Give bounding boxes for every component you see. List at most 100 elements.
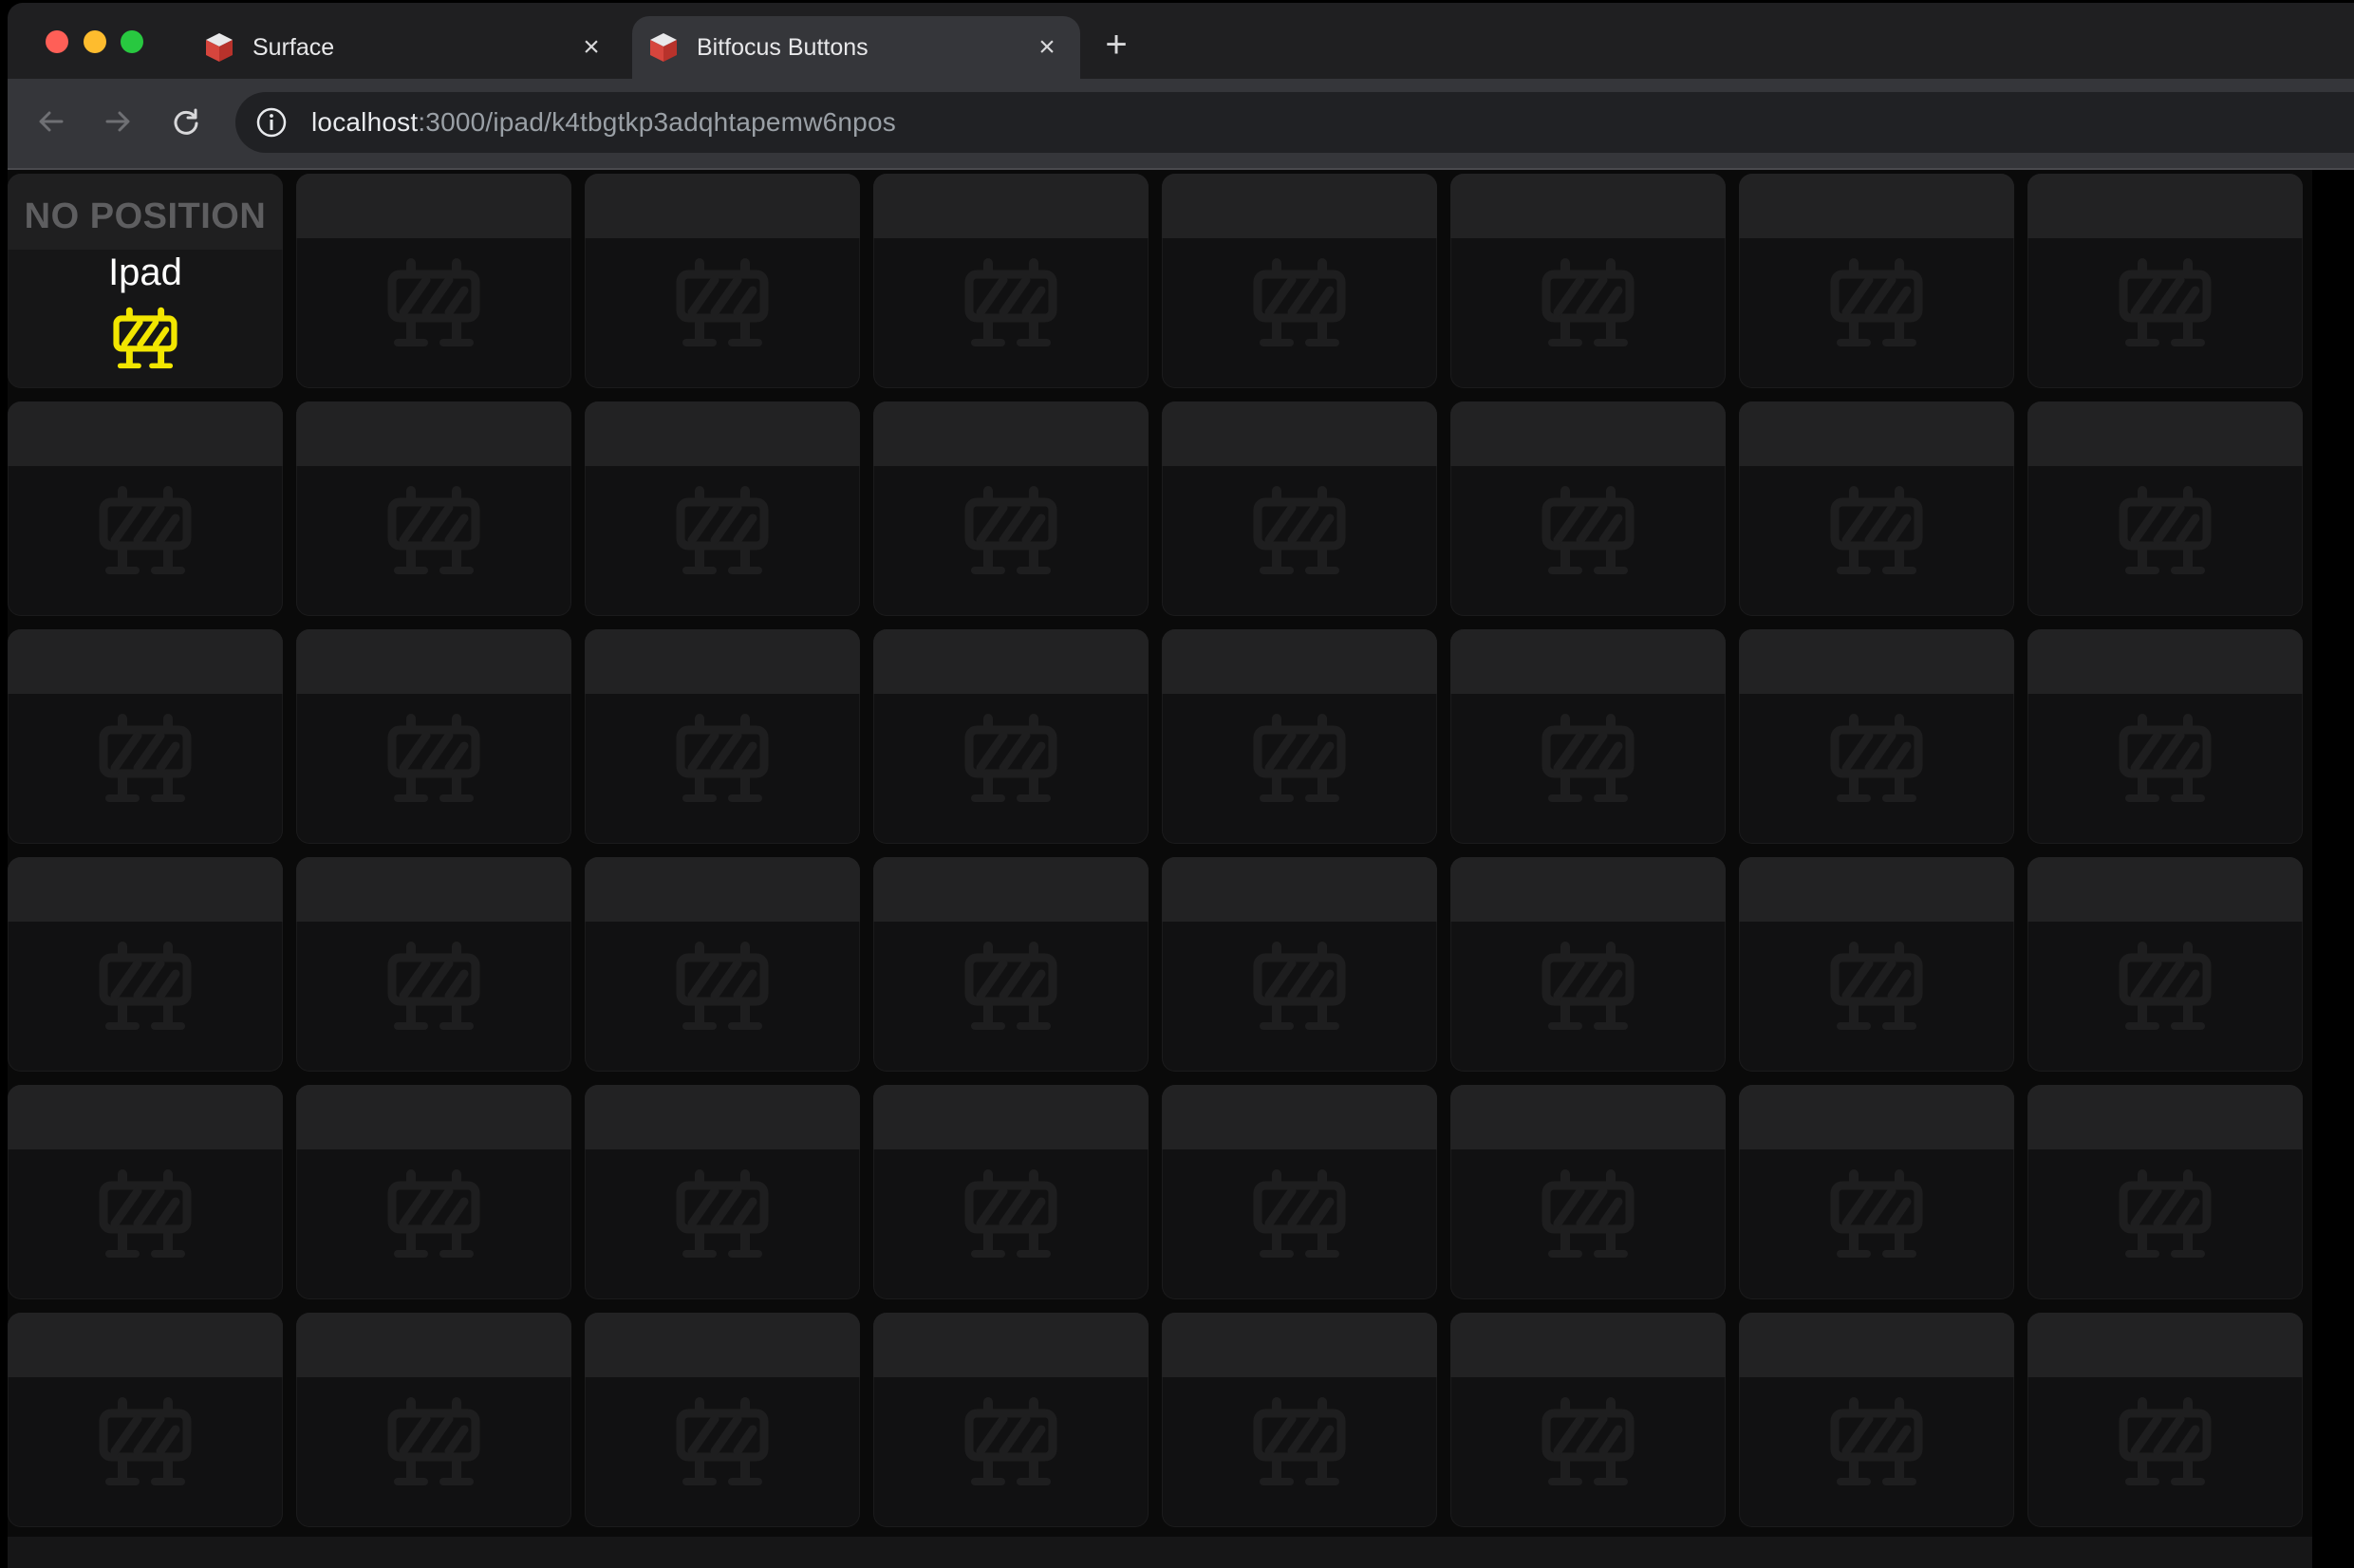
surface-key[interactable] [873, 629, 1149, 844]
barrier-icon [99, 1169, 192, 1258]
barrier-icon [99, 486, 192, 574]
browser-toolbar: localhost:3000/ipad/k4tbgtkp3adqhtapemw6… [8, 79, 2354, 170]
surface-key[interactable] [1739, 1313, 2014, 1527]
surface-key[interactable] [1450, 174, 1726, 388]
key-header [585, 1313, 860, 1377]
key-header [1450, 629, 1726, 694]
surface-key[interactable] [296, 629, 571, 844]
surface-key[interactable] [1162, 401, 1437, 616]
barrier-icon [676, 1169, 769, 1258]
surface-key[interactable] [873, 401, 1149, 616]
key-header [1162, 174, 1437, 238]
surface-key[interactable] [1739, 401, 2014, 616]
reload-button[interactable] [164, 100, 208, 143]
surface-key[interactable] [1739, 857, 2014, 1072]
forward-button[interactable] [96, 100, 140, 143]
surface-key[interactable] [585, 401, 860, 616]
surface-key-ipad[interactable]: NO POSITION Ipad [8, 174, 283, 388]
key-header [2027, 857, 2303, 922]
barrier-icon [676, 714, 769, 802]
back-button[interactable] [29, 100, 73, 143]
surface-key[interactable] [1162, 629, 1437, 844]
surface-key[interactable] [1739, 174, 2014, 388]
key-header [8, 1313, 283, 1377]
barrier-icon [387, 1397, 480, 1485]
tab-title: Surface [252, 33, 335, 61]
surface-key[interactable] [2027, 174, 2303, 388]
surface-key[interactable] [8, 401, 283, 616]
barrier-icon [1541, 714, 1635, 802]
surface-key[interactable] [873, 857, 1149, 1072]
surface-key[interactable] [8, 1313, 283, 1527]
site-info-icon[interactable] [254, 105, 289, 140]
surface-key[interactable] [8, 857, 283, 1072]
close-icon[interactable]: × [1033, 33, 1061, 62]
surface-key[interactable] [585, 857, 860, 1072]
surface-key[interactable] [585, 629, 860, 844]
maximize-window-button[interactable] [121, 30, 143, 53]
surface-key[interactable] [2027, 857, 2303, 1072]
key-header [1162, 629, 1437, 694]
address-bar[interactable]: localhost:3000/ipad/k4tbgtkp3adqhtapemw6… [235, 92, 2354, 153]
barrier-icon [2119, 942, 2212, 1030]
surface-key[interactable] [1162, 857, 1437, 1072]
barrier-icon [387, 942, 480, 1030]
surface-key[interactable] [1739, 629, 2014, 844]
surface-key[interactable] [1162, 1085, 1437, 1299]
surface-key[interactable] [296, 401, 571, 616]
surface-key[interactable] [585, 174, 860, 388]
barrier-icon [1541, 258, 1635, 346]
key-header [1739, 401, 2014, 466]
close-window-button[interactable] [46, 30, 68, 53]
surface-key[interactable] [8, 629, 283, 844]
surface-key[interactable] [873, 1085, 1149, 1299]
surface-key[interactable] [2027, 1313, 2303, 1527]
key-header [8, 401, 283, 466]
surface-key[interactable] [1450, 401, 1726, 616]
key-header [2027, 629, 2303, 694]
barrier-icon [99, 942, 192, 1030]
surface-key[interactable] [8, 1085, 283, 1299]
key-header [1450, 1313, 1726, 1377]
surface-key[interactable] [296, 857, 571, 1072]
surface-key[interactable] [2027, 401, 2303, 616]
surface-key[interactable] [1450, 1085, 1726, 1299]
surface-key[interactable] [296, 1085, 571, 1299]
surface-key[interactable] [1739, 1085, 2014, 1299]
tab-bitfocus-buttons[interactable]: Bitfocus Buttons × [632, 16, 1080, 79]
minimize-window-button[interactable] [84, 30, 106, 53]
barrier-icon [99, 714, 192, 802]
surface-key[interactable] [1162, 1313, 1437, 1527]
surface-key[interactable] [1450, 857, 1726, 1072]
surface-key[interactable] [1450, 1313, 1726, 1527]
surface-key[interactable] [1162, 174, 1437, 388]
key-header [873, 174, 1149, 238]
surface-key[interactable] [1450, 629, 1726, 844]
surface-key[interactable] [2027, 629, 2303, 844]
new-tab-button[interactable]: + [1097, 26, 1135, 64]
surface-key[interactable] [296, 1313, 571, 1527]
key-header [585, 174, 860, 238]
no-position-label: NO POSITION [24, 196, 267, 236]
surface-key[interactable] [585, 1313, 860, 1527]
key-header [873, 629, 1149, 694]
tab-surface[interactable]: Surface × [188, 16, 625, 79]
surface-key[interactable] [873, 174, 1149, 388]
barrier-icon [964, 942, 1057, 1030]
button-grid: NO POSITION Ipad [8, 174, 2303, 1527]
key-header [1739, 1085, 2014, 1149]
key-header [296, 629, 571, 694]
surface-key[interactable] [296, 174, 571, 388]
barrier-icon [676, 942, 769, 1030]
surface-key[interactable] [585, 1085, 860, 1299]
key-header [296, 1085, 571, 1149]
key-header [1450, 174, 1726, 238]
close-icon[interactable]: × [577, 33, 606, 62]
surface-key[interactable] [2027, 1085, 2303, 1299]
barrier-icon [2119, 1397, 2212, 1485]
barrier-icon [1253, 258, 1346, 346]
surface-key[interactable] [873, 1313, 1149, 1527]
key-header [873, 1085, 1149, 1149]
page-footer-strip [8, 1537, 2312, 1568]
key-header [585, 1085, 860, 1149]
